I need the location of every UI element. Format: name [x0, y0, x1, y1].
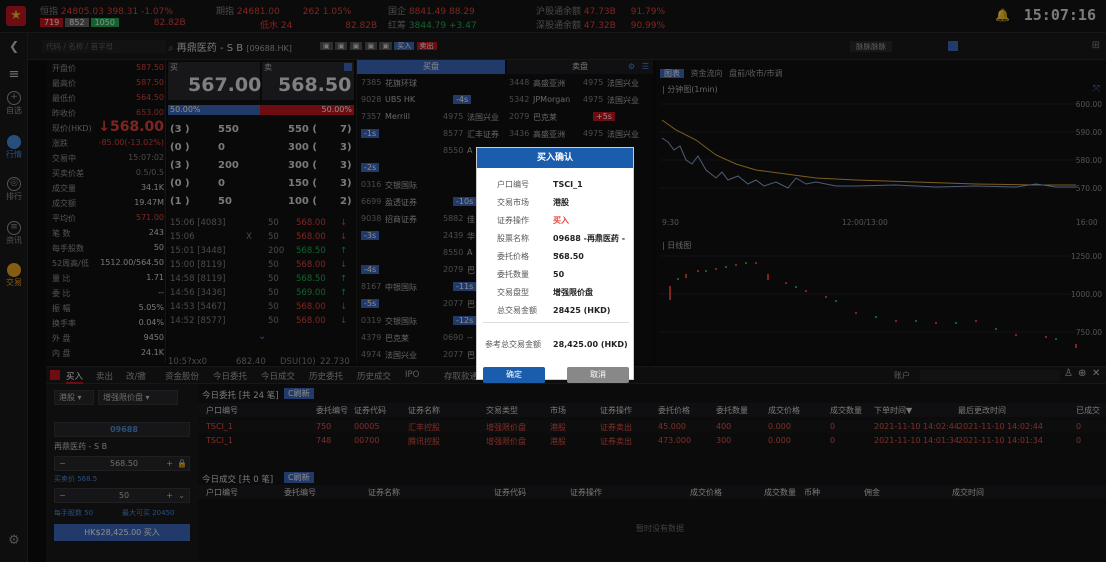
dialog-value: 增强限价盘: [553, 288, 593, 297]
dialog-key: 委托数量: [497, 270, 529, 279]
dialog-key: 股票名称: [497, 234, 529, 243]
dialog-key: 证券操作: [497, 216, 529, 225]
dialog-key: 交易市场: [497, 198, 529, 207]
dialog-row: 总交易金额 28425 (HKD): [477, 304, 633, 318]
dialog-key: 户口编号: [497, 180, 529, 189]
dialog-row: 交易盘型 增强限价盘: [477, 286, 633, 300]
dialog-value: 568.50: [553, 252, 584, 261]
dialog-key: 总交易金额: [497, 306, 537, 315]
dialog-row: 股票名称 09688 -再鼎医药 - ...: [477, 232, 633, 257]
dialog-row: 证券操作 买入: [477, 214, 633, 228]
dialog-row: 交易市场 港股: [477, 196, 633, 210]
buy-confirm-dialog: 买入确认 户口编号 TSCI_1 交易市场 港股证券操作 买入股票名称 09688 -再鼎…: [476, 147, 634, 383]
confirm-button[interactable]: 确定: [483, 367, 545, 383]
reference-total: 参考总交易金额 28,425.00 (HKD): [485, 340, 628, 349]
dialog-row: 委托价格 568.50: [477, 250, 633, 264]
dialog-key: 交易盘型: [497, 288, 529, 297]
dialog-row: 委托数量 50: [477, 268, 633, 282]
dialog-title: 买入确认: [477, 148, 633, 168]
dialog-row: 户口编号 TSCI_1: [477, 178, 633, 192]
dialog-value: TSCI_1: [553, 180, 583, 189]
dialog-key: 委托价格: [497, 252, 529, 261]
dialog-value: 50: [553, 270, 565, 279]
dialog-value: 港股: [553, 198, 569, 207]
dialog-value: 买入: [553, 216, 569, 225]
cancel-button[interactable]: 取消: [567, 367, 629, 383]
divider: [483, 322, 629, 323]
dialog-value: 28425 (HKD): [553, 306, 611, 315]
